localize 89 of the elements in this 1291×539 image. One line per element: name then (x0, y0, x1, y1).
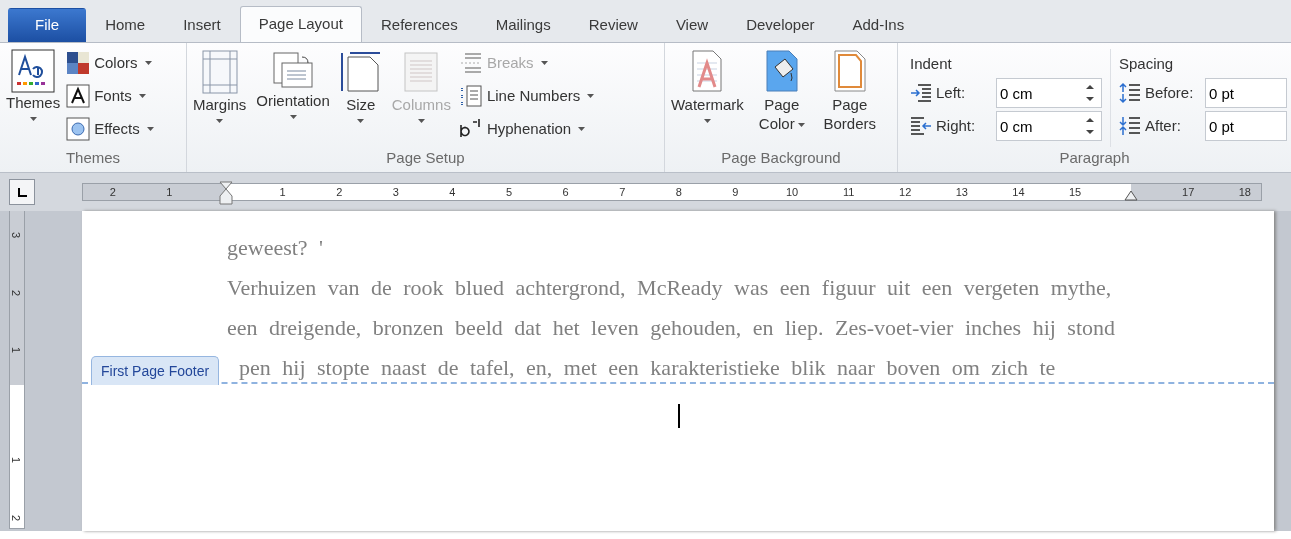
spinner-arrows-icon[interactable] (1084, 117, 1096, 135)
caret-icon (138, 94, 146, 98)
ruler-number: 6 (562, 185, 569, 200)
field-label: After: (1145, 115, 1182, 136)
ruler-number: 8 (675, 185, 682, 200)
ribbon-tab[interactable]: Review (569, 8, 657, 42)
document-text-line: Verhuizen van de rook blued achtergrond, McReady was een figuur uit een vergeten mythe, (227, 275, 1112, 301)
size-button[interactable]: Size (337, 49, 384, 147)
orientation-button[interactable]: Orientation (254, 49, 332, 147)
page-size-icon (339, 49, 382, 95)
ruler-number: 3 (392, 185, 399, 200)
ruler-number: 2 (336, 185, 343, 200)
ruler-number: 17 (1182, 185, 1195, 200)
hyphenation-button[interactable]: Hyphenation (458, 115, 595, 143)
ribbon-tab[interactable]: Home (86, 8, 165, 42)
margins-button[interactable]: Margins (191, 49, 249, 147)
fonts-button[interactable]: Fonts (66, 82, 154, 110)
tab-stop-icon (16, 186, 28, 198)
caret-icon (587, 94, 595, 98)
ribbon-tab[interactable]: Developer (727, 8, 834, 42)
ruler-number: 1 (9, 456, 21, 464)
line-numbers-button[interactable]: Line Numbers (458, 82, 595, 110)
ruler-number: 10 (785, 185, 799, 200)
font-letter-icon (66, 84, 91, 108)
text-cursor (678, 404, 680, 428)
caret-icon (146, 127, 154, 131)
ruler-number: 1 (9, 346, 21, 354)
ruler-number: 18 (1238, 185, 1251, 200)
ribbon-tab[interactable]: Mailings (476, 8, 570, 42)
ruler-number: 1 (166, 185, 173, 200)
group-label: Paragraph (1058, 147, 1131, 168)
section-title: Spacing (1119, 54, 1175, 74)
ruler-number: 5 (505, 185, 513, 200)
ruler-number: 4 (449, 185, 456, 200)
line-numbers-icon (458, 84, 483, 108)
number-field[interactable]: 0 pt (1205, 78, 1287, 108)
right-indent-marker-icon (1124, 188, 1138, 201)
ruler-number: 11 (842, 185, 855, 200)
field-label: Left: (936, 82, 967, 103)
ruler-number: 14 (1012, 185, 1025, 200)
group-label: Themes (64, 147, 122, 168)
themes-button[interactable]: Themes (4, 49, 63, 147)
caret-icon (578, 127, 586, 131)
group-label: Page Background (720, 147, 842, 168)
indent-left-icon (910, 82, 932, 104)
ribbon-tab[interactable]: References (361, 8, 477, 42)
ribbon-tab[interactable]: Insert (164, 8, 240, 42)
footer-tag: First Page Footer (91, 356, 220, 385)
ruler-number: 2 (9, 514, 21, 522)
ribbon-tab[interactable]: View (656, 8, 728, 42)
line-spacing-icon (1119, 82, 1141, 104)
page-borders-button[interactable]: Page Borders (817, 49, 882, 147)
line-spacing-icon (1119, 115, 1141, 137)
caret-icon (144, 61, 152, 65)
field-label: Right: (936, 115, 977, 136)
ruler-number: 1 (279, 185, 286, 200)
number-field[interactable]: 0 cm (996, 78, 1102, 108)
page-color-button[interactable]: Page Color (749, 49, 814, 147)
color-swatches-icon (66, 51, 91, 75)
document-text-line: pen hij stopte naast de tafel, en, met een karakteristieke blik naar boven om zich te (239, 355, 1056, 381)
ribbon-tab[interactable]: Page Layout (239, 6, 362, 42)
document-text-line: geweest? ' (227, 235, 324, 261)
page-break-icon (458, 51, 483, 75)
watermark-button[interactable]: Watermark (669, 49, 746, 147)
ruler-number: 2 (109, 185, 116, 200)
group-label: Page Setup (385, 147, 466, 168)
tab-selector[interactable] (9, 179, 35, 205)
section-title: Indent (910, 54, 953, 74)
number-field[interactable]: 0 cm (996, 111, 1102, 141)
spinner-arrows-icon[interactable] (1084, 84, 1096, 102)
theme-gallery-icon (11, 49, 56, 93)
circle-effect-icon (66, 117, 91, 141)
caret-icon (540, 61, 548, 65)
ruler-number: 3 (9, 231, 21, 239)
ribbon-tab[interactable]: Add-Ins (833, 8, 924, 42)
colors-button[interactable]: Colors (66, 49, 154, 77)
number-field[interactable]: 0 pt (1205, 111, 1287, 141)
indent-marker-icon (219, 181, 233, 205)
field-label: Before: (1145, 82, 1195, 103)
ruler-number: 2 (9, 289, 21, 296)
document-text-line: een dreigende, bronzen beeld dat het leven gehouden, en liep. Zes-voet-vier inches hij stond (227, 315, 1116, 341)
file-tab[interactable]: File (8, 8, 87, 42)
ruler-number: 7 (619, 185, 626, 200)
ruler-number: 12 (899, 185, 912, 200)
ruler-number: 15 (1068, 185, 1082, 200)
ruler-number: 13 (955, 185, 968, 200)
indent-right-icon (910, 115, 932, 137)
effects-button[interactable]: Effects (66, 115, 154, 143)
ruler-number: 9 (732, 185, 739, 200)
